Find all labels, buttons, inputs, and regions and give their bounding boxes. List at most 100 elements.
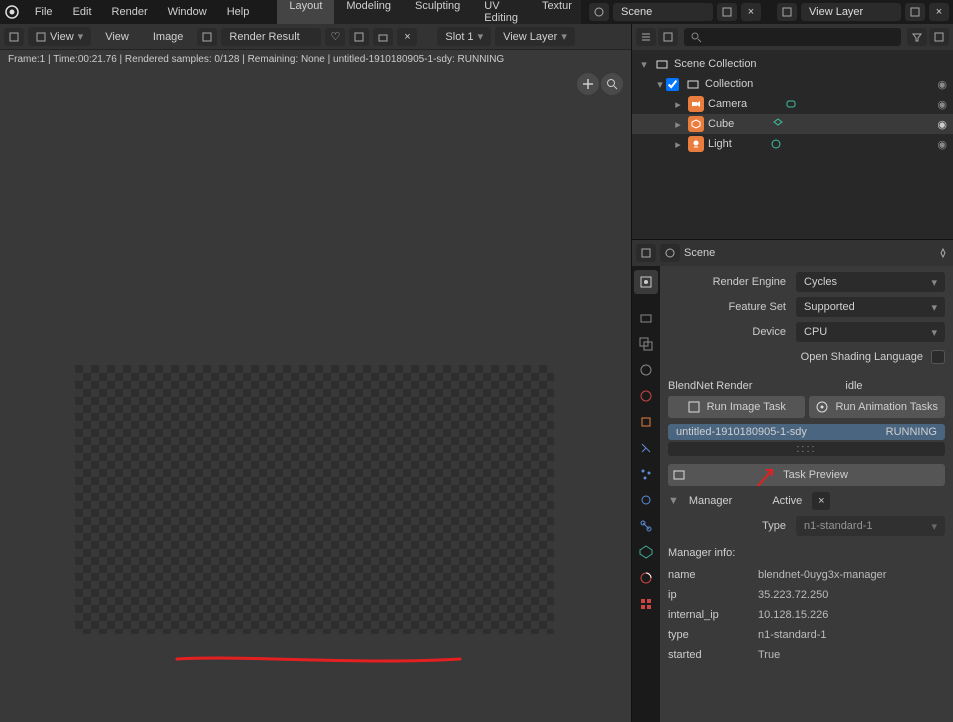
device-label: Device (668, 326, 796, 338)
viewlayer-name-input[interactable] (801, 3, 901, 21)
properties-tabs (632, 266, 660, 722)
zoom-icon[interactable] (601, 73, 623, 95)
properties-panel: Render Engine Cycles▾ Feature Set Suppor… (660, 266, 953, 722)
menu-render[interactable]: Render (102, 2, 158, 22)
open-image-icon[interactable] (373, 28, 393, 46)
unlink-image-icon[interactable]: × (397, 28, 417, 46)
info-key: started (668, 649, 758, 661)
texture-tab-icon[interactable] (634, 592, 658, 616)
scene-close-icon[interactable]: × (741, 3, 761, 21)
particle-tab-icon[interactable] (634, 462, 658, 486)
info-row: nameblendnet-0uyg3x-manager (668, 565, 945, 585)
collection-row[interactable]: ▾ Collection ◉ (632, 74, 953, 94)
physics-tab-icon[interactable] (634, 488, 658, 512)
eye-icon[interactable]: ◉ (937, 98, 947, 111)
image-task-icon (687, 400, 701, 414)
camera-data-icon (783, 96, 799, 112)
blendnet-section: BlendNet Render idle (668, 372, 945, 396)
cube-row[interactable]: ▸ Cube ◉ (632, 114, 953, 134)
output-tab-icon[interactable] (634, 306, 658, 330)
preview-icon (672, 468, 686, 482)
pan-icon[interactable] (577, 73, 599, 95)
eye-icon[interactable]: ◉ (937, 138, 947, 151)
viewlayer-close-icon[interactable]: × (929, 3, 949, 21)
scene-tab-icon[interactable] (634, 358, 658, 382)
header-image-menu[interactable]: Image (143, 27, 194, 47)
modifier-tab-icon[interactable] (634, 436, 658, 460)
task-list-expand[interactable]: :::: (668, 442, 945, 456)
viewlayer-new-icon[interactable] (905, 3, 925, 21)
type-dropdown[interactable]: n1-standard-1▾ (796, 516, 945, 536)
annotation-underline (175, 651, 465, 669)
manager-section[interactable]: ▼ Manager Active × (668, 486, 945, 516)
eye-icon[interactable]: ◉ (937, 118, 947, 131)
view-mode-dropdown[interactable]: View▾ (28, 27, 91, 46)
menu-edit[interactable]: Edit (63, 2, 102, 22)
header-view-menu[interactable]: View (95, 27, 139, 47)
material-tab-icon[interactable] (634, 566, 658, 590)
osl-checkbox[interactable] (931, 350, 945, 364)
type-label: Type (668, 520, 796, 532)
pin-icon[interactable] (937, 247, 949, 259)
filter-icon[interactable] (907, 28, 927, 46)
viewlayer-tab-icon[interactable] (634, 332, 658, 356)
outliner-tree: ▾ Scene Collection ▾ Collection ◉ ▸ Came… (632, 50, 953, 239)
manager-close-button[interactable]: × (812, 492, 830, 510)
image-name-input[interactable]: Render Result (221, 28, 321, 46)
eye-icon[interactable]: ◉ (937, 78, 947, 91)
menu-help[interactable]: Help (217, 2, 260, 22)
new-collection-icon[interactable] (929, 28, 949, 46)
task-preview-button[interactable]: Task Preview (668, 464, 945, 486)
outliner-type-icon[interactable] (636, 28, 656, 46)
scene-browse-icon[interactable] (589, 3, 609, 21)
scene-collection-row[interactable]: ▾ Scene Collection (632, 54, 953, 74)
scene-collection-label: Scene Collection (674, 58, 757, 70)
object-tab-icon[interactable] (634, 410, 658, 434)
render-engine-label: Render Engine (668, 276, 796, 288)
slot-dropdown[interactable]: Slot 1▾ (437, 27, 491, 46)
properties-type-icon[interactable] (636, 244, 656, 262)
light-label: Light (708, 138, 732, 150)
render-tab-icon[interactable] (634, 270, 658, 294)
render-status-text: Frame:1 | Time:00:21.76 | Rendered sampl… (0, 50, 631, 69)
feature-set-dropdown[interactable]: Supported▾ (796, 297, 945, 317)
collection-visible-checkbox[interactable] (666, 78, 679, 91)
blendnet-status: idle (845, 380, 862, 392)
manager-active: Active (772, 495, 802, 507)
device-dropdown[interactable]: CPU▾ (796, 322, 945, 342)
display-mode-icon[interactable] (658, 28, 678, 46)
menu-window[interactable]: Window (158, 2, 217, 22)
layer-dropdown[interactable]: View Layer▾ (495, 27, 575, 46)
run-image-task-button[interactable]: Run Image Task (668, 396, 805, 418)
new-image-icon[interactable] (349, 28, 369, 46)
manager-label: Manager (689, 495, 732, 507)
mesh-tab-icon[interactable] (634, 540, 658, 564)
scene-browse-icon[interactable] (660, 244, 680, 262)
run-animation-tasks-button[interactable]: Run Animation Tasks (809, 396, 946, 418)
scene-breadcrumb: Scene (684, 247, 715, 259)
menu-file[interactable]: File (25, 2, 63, 22)
properties-header: Scene (632, 240, 953, 266)
outliner-search[interactable] (684, 28, 901, 46)
scene-name-input[interactable] (613, 3, 713, 21)
osl-label: Open Shading Language (796, 351, 931, 363)
outliner-header (632, 24, 953, 50)
editor-type-icon[interactable] (4, 28, 24, 46)
mesh-icon (688, 116, 704, 132)
fake-user-icon[interactable]: ♡ (325, 28, 345, 46)
constraint-tab-icon[interactable] (634, 514, 658, 538)
image-browse-icon[interactable] (197, 28, 217, 46)
render-viewport[interactable] (0, 69, 631, 722)
camera-row[interactable]: ▸ Camera ◉ (632, 94, 953, 114)
collection-icon (685, 76, 701, 92)
world-tab-icon[interactable] (634, 384, 658, 408)
image-editor: View▾ View Image Render Result ♡ × Slot … (0, 24, 632, 722)
light-row[interactable]: ▸ Light ◉ (632, 134, 953, 154)
camera-label: Camera (708, 98, 747, 110)
scene-new-icon[interactable] (717, 3, 737, 21)
render-engine-dropdown[interactable]: Cycles▾ (796, 272, 945, 292)
manager-info-label: Manager info: (668, 541, 945, 565)
cube-label: Cube (708, 118, 734, 130)
viewlayer-browse-icon[interactable] (777, 3, 797, 21)
task-row[interactable]: untitled-1910180905-1-sdy RUNNING (668, 424, 945, 440)
